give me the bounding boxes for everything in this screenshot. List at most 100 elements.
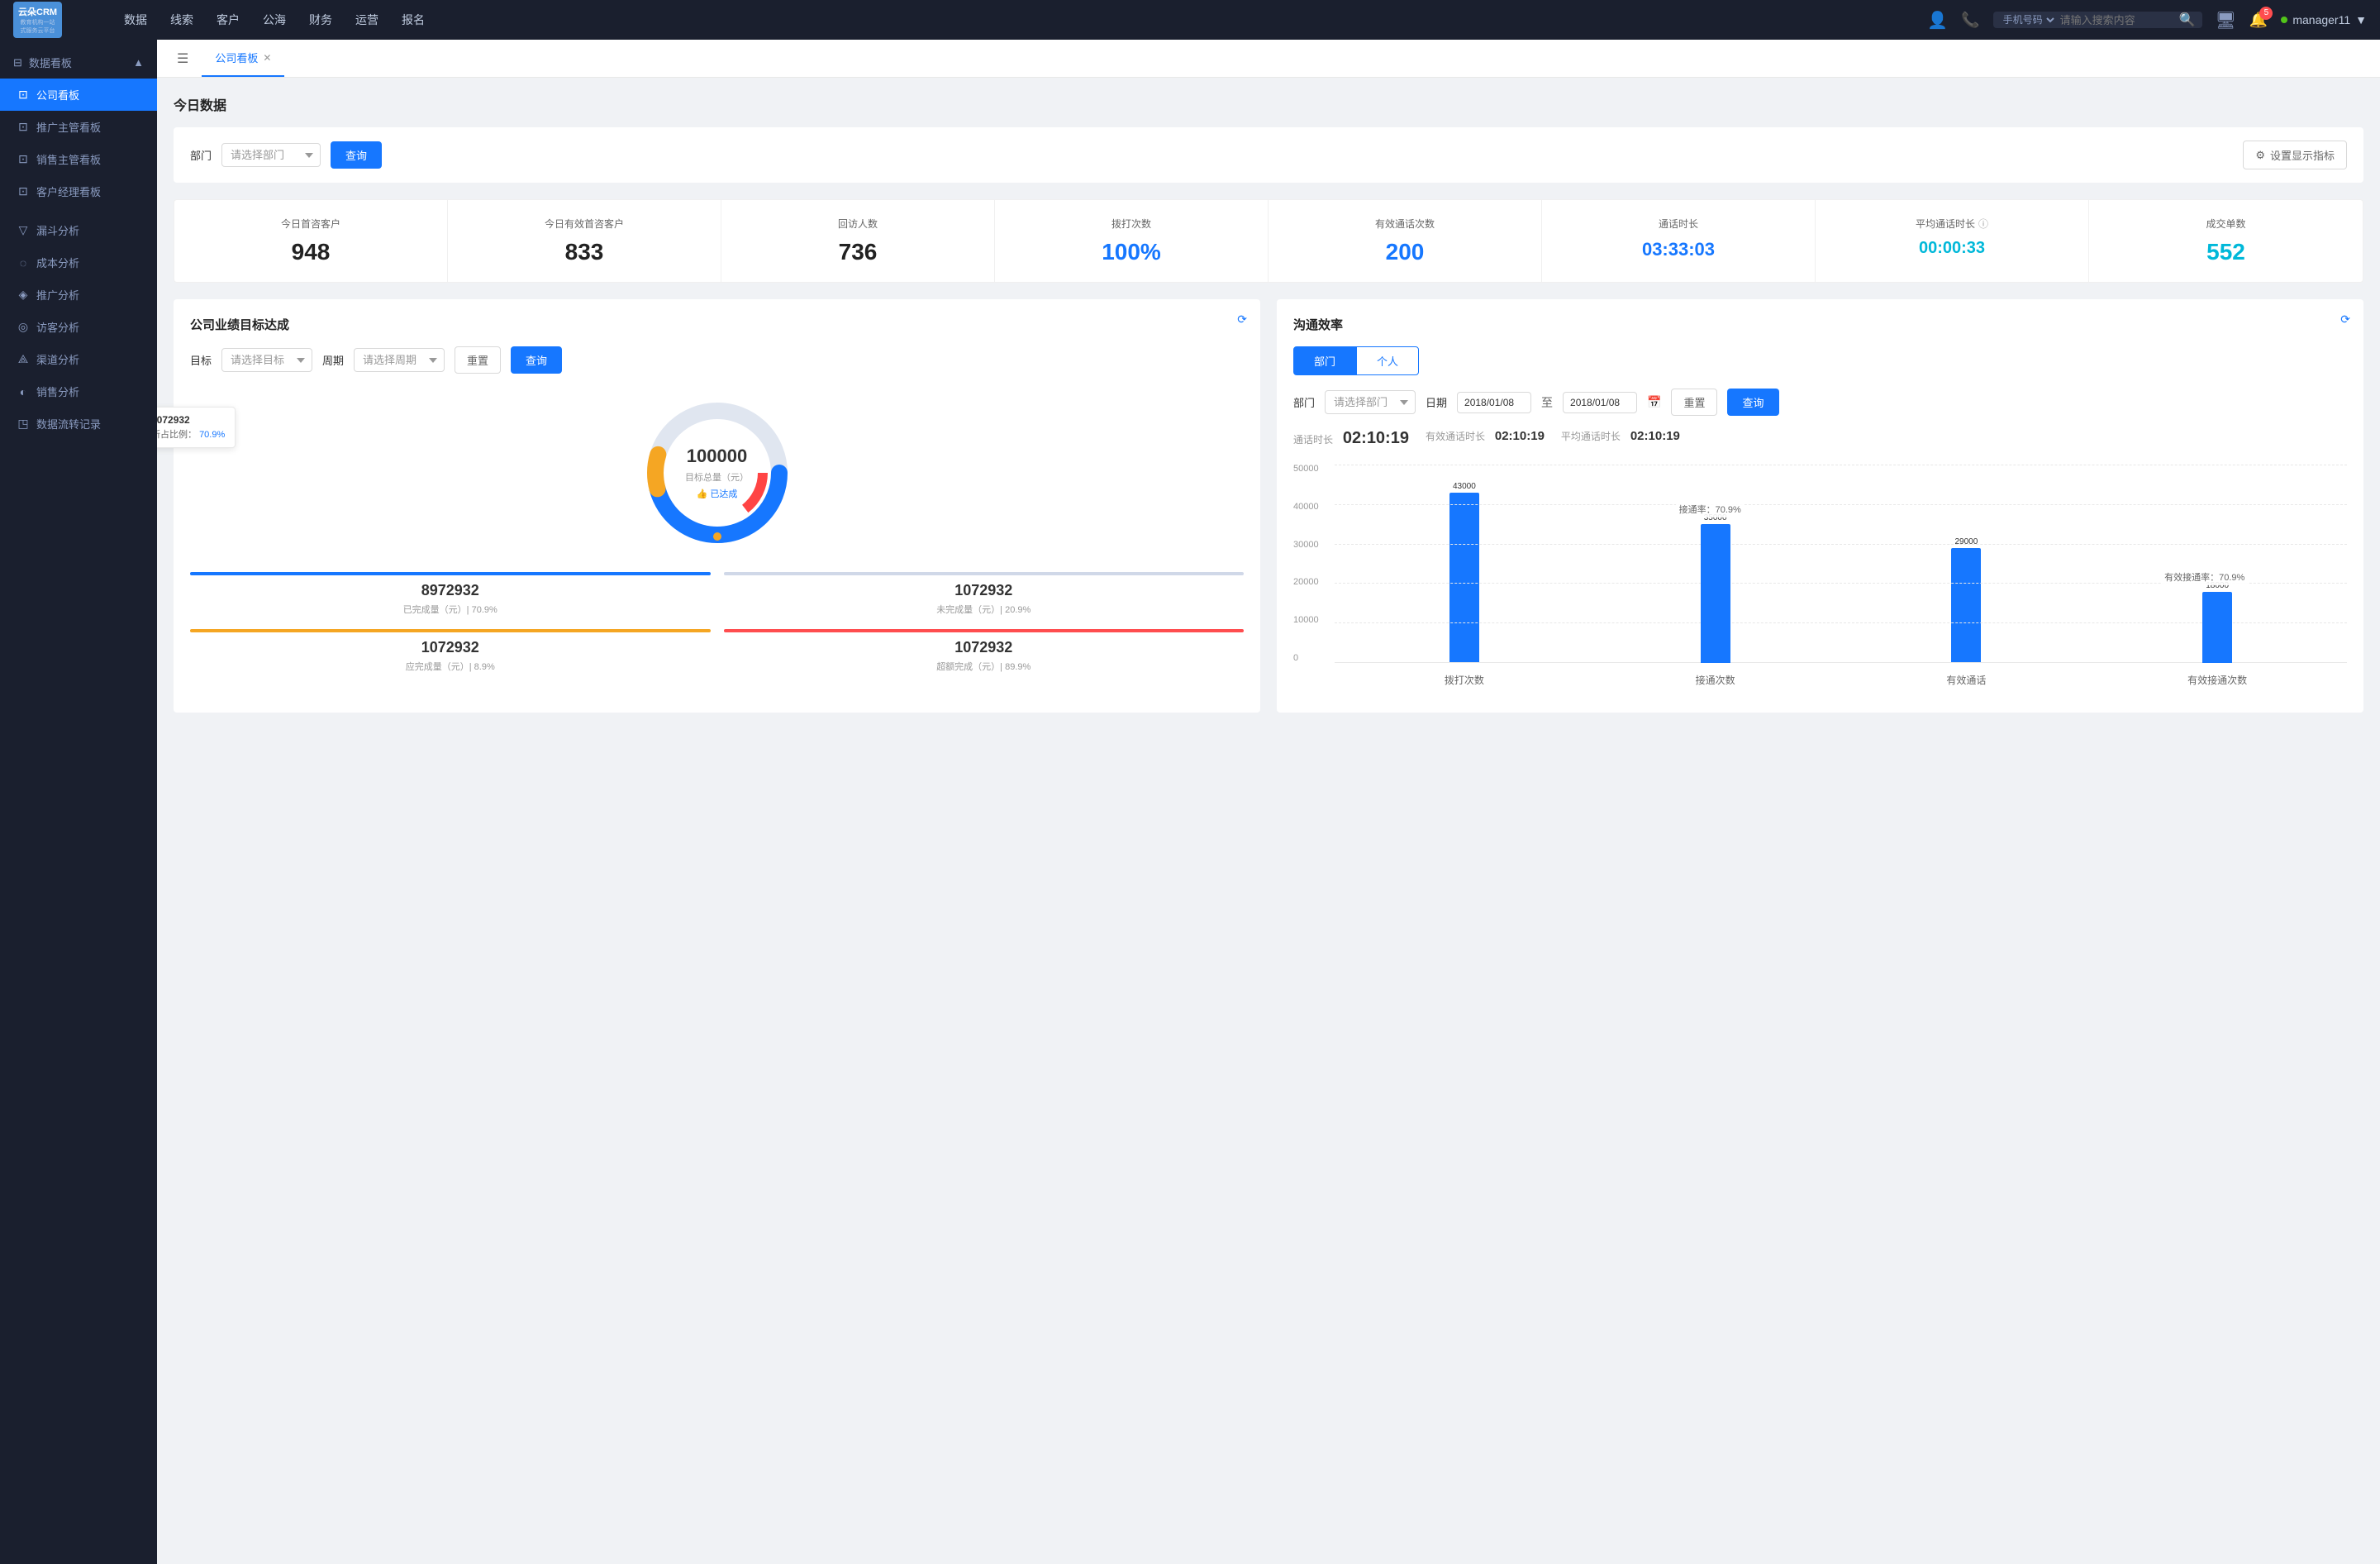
tab-close-icon[interactable]: ✕ <box>263 52 271 64</box>
sidebar-item-cost[interactable]: ◌ 成本分析 <box>0 246 157 279</box>
sidebar-item-promo-manager[interactable]: ⊡ 推广主管看板 <box>0 111 157 143</box>
search-type-select[interactable]: 手机号码 <box>2000 13 2057 26</box>
tab-toggle-icon[interactable]: ☰ <box>170 41 195 77</box>
logo-box: 云朵CRM 教育机构一站 式服务云平台 <box>13 2 62 38</box>
bar-top-label-2: 29000 <box>1954 537 1978 546</box>
nav-signup[interactable]: 报名 <box>402 8 425 31</box>
today-data-title: 今日数据 <box>174 94 2363 114</box>
sidebar-item-data-flow[interactable]: ◳ 数据流转记录 <box>0 408 157 440</box>
sidebar-label-account: 客户经理看板 <box>36 184 101 199</box>
stat-label-5: 通话时长 <box>1555 217 1802 231</box>
comm-panel-title: 沟通效率 <box>1293 316 2347 333</box>
user-dropdown-icon[interactable]: ▼ <box>2355 13 2367 26</box>
search-icon[interactable]: 🔍 <box>2179 12 2196 28</box>
sidebar-item-promo-analysis[interactable]: ◈ 推广分析 <box>0 279 157 311</box>
user-icon[interactable]: 👤 <box>1927 10 1948 31</box>
sidebar-icon-cost: ◌ <box>17 256 30 269</box>
comm-effective-value: 02:10:19 <box>1495 429 1545 443</box>
sidebar-collapse-icon[interactable]: ▲ <box>133 56 144 69</box>
stat-dial-count: 拨打次数 100% <box>995 200 1269 282</box>
settings-button[interactable]: ⚙ 设置显示指标 <box>2243 141 2347 169</box>
nav-leads[interactable]: 线索 <box>170 8 193 31</box>
bar-group-1: 35000 接通率：70.9% <box>1602 465 1829 663</box>
nav-sea[interactable]: 公海 <box>263 8 286 31</box>
tab-company-board[interactable]: 公司看板 ✕ <box>202 40 284 77</box>
logo: 云朵CRM 教育机构一站 式服务云平台 <box>13 2 104 38</box>
sidebar-icon-sales-analysis: ◐ <box>17 385 30 398</box>
sidebar-icon-company: ⊡ <box>17 88 30 102</box>
goal-reset-button[interactable]: 重置 <box>455 346 501 374</box>
sidebar-label-sales-analysis: 销售分析 <box>36 384 79 399</box>
bar-top-label-0: 43000 <box>1453 482 1476 491</box>
goal-stat-label-1: 未完成量（元）| 20.9% <box>724 603 1245 616</box>
stat-label-0: 今日首咨客户 <box>188 217 434 231</box>
stat-deals: 成交单数 552 <box>2089 200 2363 282</box>
sidebar-item-sales-analysis[interactable]: ◐ 销售分析 <box>0 375 157 408</box>
x-axis: 拨打次数 接通次数 有效通话 有效接通次数 <box>1335 663 2347 696</box>
comm-tab-personal[interactable]: 个人 <box>1356 346 1419 375</box>
goal-stat-incomplete: 1072932 未完成量（元）| 20.9% <box>724 572 1245 616</box>
stat-first-consult: 今日首咨客户 948 <box>174 200 448 282</box>
comm-date-label: 日期 <box>1426 394 1447 410</box>
goal-stat-value-1: 1072932 <box>724 582 1245 599</box>
dept-filter-label: 部门 <box>190 147 212 163</box>
nav-customers[interactable]: 客户 <box>217 8 240 31</box>
y-label-30k: 30000 <box>1293 541 1330 550</box>
comm-date-to[interactable] <box>1563 392 1637 413</box>
bar-1-annotation: 接通率：70.9% <box>1676 501 1745 517</box>
user-info[interactable]: manager11 ▼ <box>2281 13 2367 26</box>
stat-label-4: 有效通话次数 <box>1282 217 1528 231</box>
stat-value-7: 552 <box>2102 239 2349 265</box>
main-content: ☰ 公司看板 ✕ 今日数据 部门 请选择部门 查询 <box>157 40 2380 1564</box>
goal-stat-label-0: 已完成量（元）| 70.9% <box>190 603 711 616</box>
sidebar-icon-visitor: ◎ <box>17 320 30 334</box>
bar-3-annotation: 有效接通率：70.9% <box>2161 569 2248 585</box>
monitor-icon[interactable]: 🖥 <box>2216 10 2236 31</box>
sidebar-icon-promo-analysis: ◈ <box>17 288 30 302</box>
comm-query-button[interactable]: 查询 <box>1727 389 1778 416</box>
comm-panel: 沟通效率 ⟳ 部门 个人 部门 请选择部门 <box>1277 299 2363 713</box>
search-input[interactable] <box>2060 14 2176 26</box>
sidebar-header-dashboard[interactable]: ⊟ 数据看板 ▲ <box>0 46 157 79</box>
comm-tab-dept[interactable]: 部门 <box>1293 346 1356 375</box>
goal-query-button[interactable]: 查询 <box>511 346 562 374</box>
sidebar-item-visitor[interactable]: ◎ 访客分析 <box>0 311 157 343</box>
today-query-button[interactable]: 查询 <box>331 141 382 169</box>
bar-1: 接通率：70.9% <box>1701 524 1730 663</box>
y-label-10k: 10000 <box>1293 616 1330 625</box>
comm-stat-effective: 有效通话时长 02:10:19 <box>1426 429 1545 448</box>
x-label-1: 接通次数 <box>1602 673 1829 687</box>
goal-refresh-icon[interactable]: ⟳ <box>1237 312 1247 327</box>
goal-period-select[interactable]: 请选择周期 <box>354 348 445 372</box>
search-bar: 手机号码 🔍 <box>1993 12 2202 28</box>
calendar-icon[interactable]: 📅 <box>1647 395 1661 409</box>
comm-reset-button[interactable]: 重置 <box>1671 389 1717 416</box>
goal-stat-completed: 8972932 已完成量（元）| 70.9% <box>190 572 711 616</box>
nav-ops[interactable]: 运营 <box>355 8 378 31</box>
sidebar-label-company: 公司看板 <box>36 87 79 103</box>
sidebar-item-funnel[interactable]: ▽ 漏斗分析 <box>0 214 157 246</box>
nav-finance[interactable]: 财务 <box>309 8 332 31</box>
stat-value-2: 736 <box>735 239 981 265</box>
comm-dept-select[interactable]: 请选择部门 <box>1325 390 1416 414</box>
sidebar-item-account-manager[interactable]: ⊡ 客户经理看板 <box>0 175 157 207</box>
goal-stat-label-3: 超额完成（元）| 89.9% <box>724 660 1245 673</box>
filter-row: 部门 请选择部门 查询 ⚙ 设置显示指标 <box>174 127 2363 183</box>
stat-label-7: 成交单数 <box>2102 217 2349 231</box>
donut-tooltip: 1072932 所占比例： 70.9% <box>157 407 236 448</box>
comm-refresh-icon[interactable]: ⟳ <box>2340 312 2350 327</box>
sidebar-header-text: ⊟ 数据看板 <box>13 55 72 70</box>
y-label-0: 0 <box>1293 654 1330 663</box>
goal-target-select[interactable]: 请选择目标 <box>221 348 312 372</box>
sidebar-item-sales-manager[interactable]: ⊡ 销售主管看板 <box>0 143 157 175</box>
nav-data[interactable]: 数据 <box>124 8 147 31</box>
notification-icon[interactable]: 🔔 5 <box>2249 12 2268 29</box>
stat-value-3: 100% <box>1008 239 1254 265</box>
stat-label-3: 拨打次数 <box>1008 217 1254 231</box>
stats-row: 今日首咨客户 948 今日有效首咨客户 833 回访人数 736 拨打次数 10… <box>174 199 2363 283</box>
sidebar-item-company-board[interactable]: ⊡ 公司看板 <box>0 79 157 111</box>
phone-icon[interactable]: 📞 <box>1961 12 1979 29</box>
dept-filter-select[interactable]: 请选择部门 <box>221 143 321 167</box>
sidebar-item-channel[interactable]: ⟁ 渠道分析 <box>0 343 157 375</box>
comm-date-from[interactable] <box>1457 392 1531 413</box>
